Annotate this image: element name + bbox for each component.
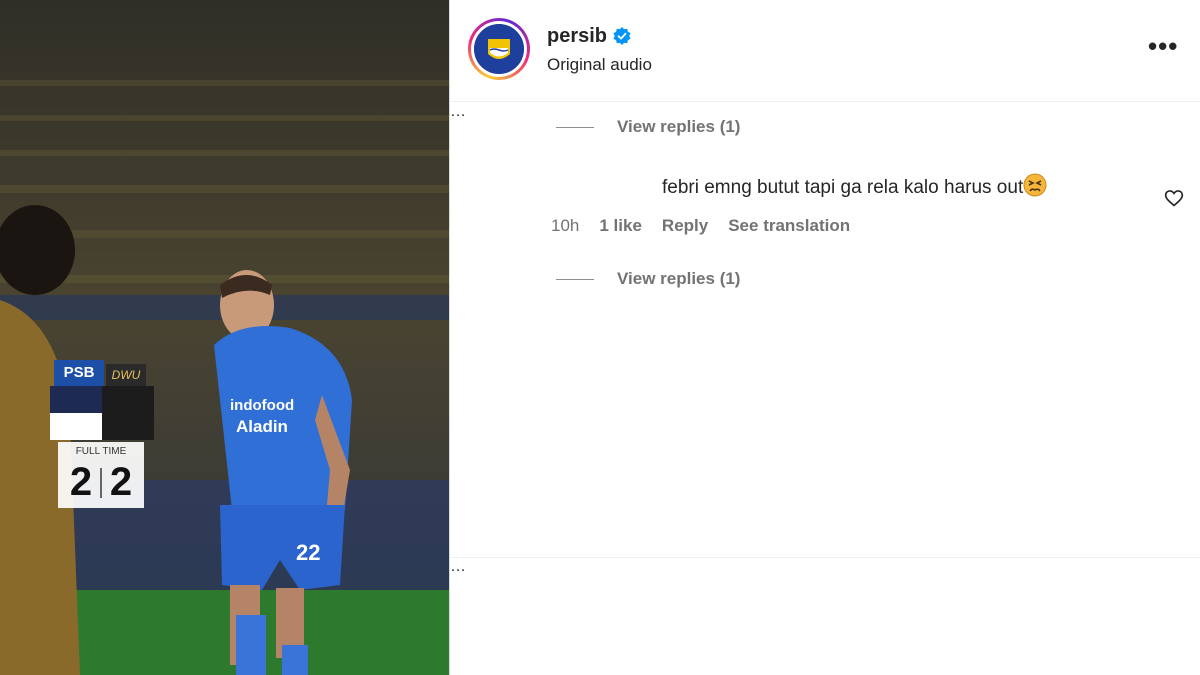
- reply-line: [556, 127, 594, 128]
- home-score: 2: [69, 460, 93, 504]
- see-translation-button[interactable]: See translation: [728, 216, 850, 236]
- view-replies-button[interactable]: View replies (1): [617, 117, 740, 137]
- view-replies-button[interactable]: View replies (1): [617, 269, 740, 289]
- comment-meta: 10h 1 like Reply See translation: [551, 216, 870, 236]
- comments-list[interactable]: View replies (1) febri emng butut tapi g…: [450, 103, 1200, 556]
- post-panel: persib Original audio ••• View replies (…: [449, 0, 1200, 675]
- match-photo: indofood Aladin 22: [0, 0, 449, 675]
- away-team-label: DWU: [106, 364, 146, 386]
- away-score: 2: [109, 460, 133, 504]
- more-options-icon[interactable]: •••: [1148, 33, 1177, 60]
- like-comment-icon[interactable]: [1164, 188, 1184, 208]
- username[interactable]: persib: [547, 25, 607, 48]
- team-crests: [50, 386, 154, 440]
- post-header: persib Original audio •••: [450, 0, 1200, 102]
- comment-text: febri emng butut tapi ga rela kalo harus…: [662, 173, 1047, 202]
- verified-badge-icon: [613, 27, 631, 45]
- comment-time[interactable]: 10h: [551, 216, 579, 236]
- svg-text:22: 22: [296, 540, 320, 565]
- scoreboard: PSB DWU FULL TIME 2 2: [50, 360, 154, 510]
- persevering-face-emoji-icon: [1023, 173, 1047, 197]
- score-box: FULL TIME 2 2: [58, 442, 144, 508]
- audio-label[interactable]: Original audio: [547, 55, 652, 75]
- post-actions: …: [450, 557, 1200, 675]
- reply-button[interactable]: Reply: [662, 216, 708, 236]
- avatar[interactable]: [474, 24, 524, 74]
- svg-text:indofood: indofood: [230, 397, 294, 414]
- post-media[interactable]: indofood Aladin 22 PSB DWU FULL TIME 2 2: [0, 0, 449, 675]
- story-ring[interactable]: [468, 18, 530, 80]
- svg-text:Aladin: Aladin: [236, 417, 288, 436]
- comment-likes[interactable]: 1 like: [599, 216, 642, 236]
- match-status: FULL TIME: [75, 446, 127, 457]
- reply-line: [556, 279, 594, 280]
- home-team-label: PSB: [54, 360, 104, 386]
